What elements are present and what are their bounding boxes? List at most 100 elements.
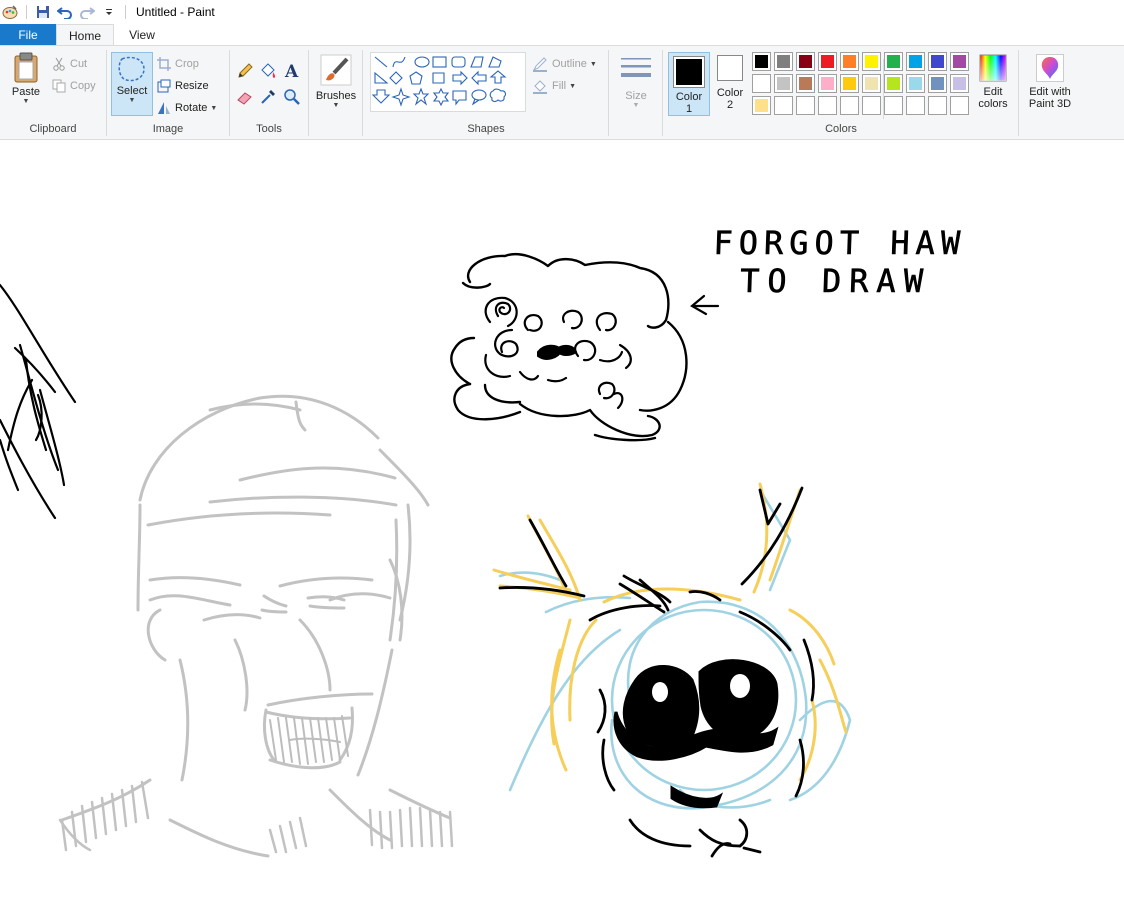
fill-button[interactable]: Fill ▼ — [532, 76, 576, 96]
palette-swatch[interactable] — [840, 74, 859, 93]
palette-swatch[interactable] — [862, 96, 881, 115]
paint-app-icon[interactable] — [0, 2, 20, 22]
color2-button[interactable]: Color 2 — [712, 55, 748, 111]
palette-swatch[interactable] — [774, 74, 793, 93]
palette-swatch-color — [865, 99, 878, 112]
palette-swatch[interactable] — [774, 52, 793, 71]
tab-file[interactable]: File — [0, 24, 56, 46]
palette-swatch-color — [909, 77, 922, 90]
edit-with-paint3d-button[interactable]: Edit with Paint 3D — [1022, 54, 1078, 110]
brushes-button[interactable]: Brushes ▼ — [314, 54, 358, 109]
image-group-label: Image — [152, 123, 184, 135]
palette-swatch[interactable] — [884, 96, 903, 115]
palette-swatch[interactable] — [818, 96, 837, 115]
ribbon-tabs: File Home View — [0, 24, 1124, 46]
edit-3d-label-2: Paint 3D — [1028, 98, 1072, 110]
color1-button[interactable]: Color 1 — [668, 52, 710, 116]
palette-swatch-color — [953, 99, 966, 112]
palette-swatch[interactable] — [752, 52, 771, 71]
fill-bucket-icon[interactable] — [259, 62, 277, 80]
palette-swatch[interactable] — [906, 96, 925, 115]
size-button[interactable]: Size ▼ — [616, 54, 656, 109]
palette-swatch-color — [799, 77, 812, 90]
pencil-icon[interactable] — [236, 62, 254, 80]
select-icon — [118, 56, 145, 82]
paste-dropdown-icon[interactable]: ▼ — [23, 98, 30, 105]
save-icon[interactable] — [33, 2, 53, 22]
gray-face-sketch — [60, 394, 452, 858]
palette-swatch[interactable] — [906, 74, 925, 93]
color-spectrum-icon — [979, 54, 1007, 82]
title-bar: Untitled - Paint — [0, 0, 1124, 24]
color-palette — [752, 52, 974, 118]
palette-swatch-color — [821, 99, 834, 112]
palette-swatch-color — [777, 55, 790, 68]
redo-icon[interactable] — [77, 2, 97, 22]
copy-label: Copy — [70, 80, 96, 92]
palette-swatch[interactable] — [752, 74, 771, 93]
edit-3d-label-1: Edit with — [1029, 86, 1071, 98]
size-dropdown-icon[interactable]: ▼ — [633, 102, 640, 109]
left-hair-sketch — [0, 283, 77, 520]
text-tool-icon[interactable]: A — [283, 62, 301, 82]
palette-swatch[interactable] — [862, 52, 881, 71]
palette-swatch[interactable] — [752, 96, 771, 115]
drawing-canvas[interactable]: FORGOT HAW TO DRAW — [0, 140, 1124, 912]
color1-swatch — [673, 56, 705, 88]
outline-dropdown-icon[interactable]: ▼ — [590, 61, 597, 68]
palette-swatch-color — [777, 99, 790, 112]
palette-swatch[interactable] — [774, 96, 793, 115]
brushes-dropdown-icon[interactable]: ▼ — [333, 102, 340, 109]
paste-icon — [14, 52, 38, 83]
crop-button[interactable]: Crop — [157, 54, 199, 74]
palette-swatch-color — [755, 55, 768, 68]
palette-swatch-color — [887, 77, 900, 90]
tab-home[interactable]: Home — [56, 24, 114, 46]
rotate-dropdown-icon[interactable]: ▼ — [210, 105, 217, 112]
edit-colors-label-1: Edit — [983, 86, 1003, 98]
paste-button[interactable]: Paste ▼ — [8, 52, 44, 105]
fill-dropdown-icon[interactable]: ▼ — [569, 83, 576, 90]
character-eyes-mustache — [613, 659, 779, 809]
palette-swatch[interactable] — [796, 96, 815, 115]
palette-swatch[interactable] — [950, 52, 969, 71]
select-button[interactable]: Select ▼ — [111, 52, 153, 116]
palette-swatch[interactable] — [928, 96, 947, 115]
tab-view[interactable]: View — [114, 24, 170, 46]
cut-button[interactable]: Cut — [52, 54, 87, 74]
resize-button[interactable]: Resize — [157, 76, 209, 96]
palette-swatch[interactable] — [840, 52, 859, 71]
select-label: Select — [116, 85, 148, 97]
customize-qat-icon[interactable] — [99, 2, 119, 22]
palette-swatch[interactable] — [884, 74, 903, 93]
palette-swatch[interactable] — [818, 74, 837, 93]
palette-swatch[interactable] — [950, 74, 969, 93]
palette-swatch[interactable] — [884, 52, 903, 71]
palette-swatch[interactable] — [818, 52, 837, 71]
ribbon: Paste ▼ Cut Copy Clipboard Select ▼ Crop… — [0, 45, 1124, 140]
rotate-button[interactable]: Rotate ▼ — [157, 98, 217, 118]
palette-swatch[interactable] — [840, 96, 859, 115]
palette-swatch[interactable] — [796, 52, 815, 71]
copy-button[interactable]: Copy — [52, 76, 96, 96]
palette-swatch-color — [843, 55, 856, 68]
palette-swatch[interactable] — [906, 52, 925, 71]
handwritten-text-line2: TO DRAW — [740, 262, 932, 300]
outline-button[interactable]: Outline ▼ — [532, 54, 597, 74]
eraser-icon[interactable] — [236, 88, 254, 106]
palette-swatch[interactable] — [928, 74, 947, 93]
color-picker-icon[interactable] — [259, 88, 277, 106]
palette-swatch[interactable] — [796, 74, 815, 93]
magnifier-icon[interactable] — [283, 88, 301, 106]
shapes-gallery-icons[interactable] — [371, 53, 513, 111]
palette-swatch[interactable] — [862, 74, 881, 93]
palette-swatch[interactable] — [928, 52, 947, 71]
scissors-icon — [53, 57, 65, 71]
palette-swatch[interactable] — [950, 96, 969, 115]
select-dropdown-icon[interactable]: ▼ — [129, 97, 136, 104]
undo-icon[interactable] — [55, 2, 75, 22]
resize-label: Resize — [175, 80, 209, 92]
colors-group-label: Colors — [825, 123, 857, 135]
palette-swatch-color — [887, 99, 900, 112]
edit-colors-button[interactable]: Edit colors — [974, 54, 1012, 110]
